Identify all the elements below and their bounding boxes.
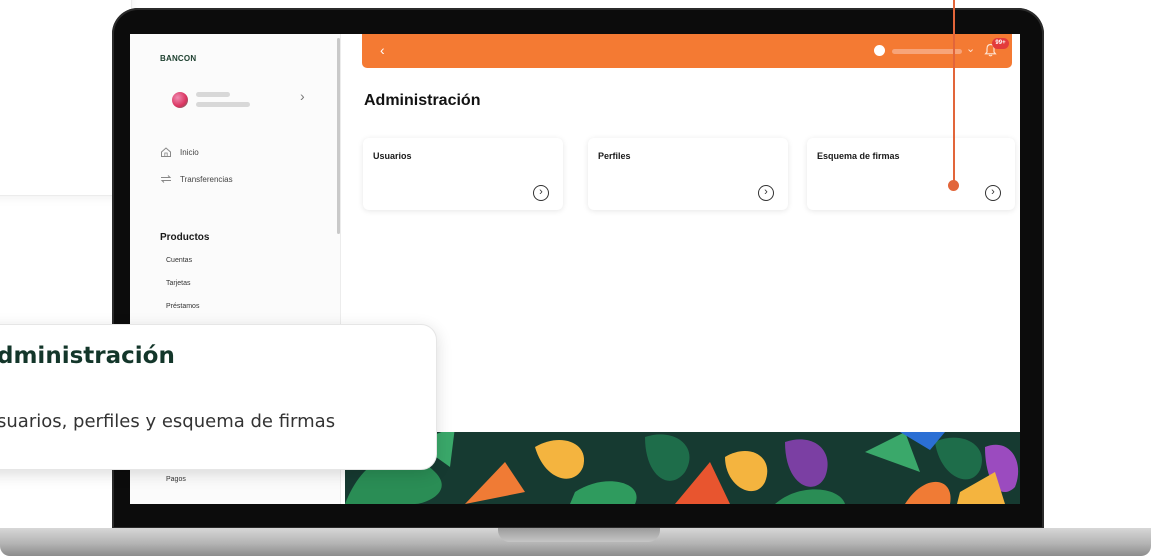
sidebar-item-label: Inicio [180, 147, 199, 157]
callout-title: dministración [0, 343, 175, 369]
sidebar-scrollbar[interactable] [337, 38, 340, 234]
chevron-right-circle-icon[interactable]: › [985, 185, 1001, 201]
pointer-line [953, 0, 955, 186]
pointer-dot [948, 180, 959, 191]
user-company-blurred [196, 102, 250, 107]
avatar [172, 92, 188, 108]
page-title: Administración [364, 92, 481, 109]
sidebar-item-cuentas[interactable]: Cuentas [166, 257, 192, 264]
transfer-icon [160, 175, 172, 183]
back-icon[interactable]: ‹ [380, 42, 385, 58]
home-icon [161, 147, 171, 157]
card-esquema-de-firmas[interactable]: Esquema de firmas › [807, 138, 1015, 210]
section-productos-title: Productos [160, 232, 210, 243]
top-bar: ‹ ⌄ 99+ [362, 34, 1012, 68]
user-name-blurred [196, 92, 230, 97]
card-title: Esquema de firmas [817, 151, 900, 161]
user-profile[interactable]: › [160, 82, 310, 120]
sidebar-item-tarjetas[interactable]: Tarjetas [166, 280, 191, 287]
bank-logo[interactable]: BANCON [160, 54, 196, 63]
company-name-blurred[interactable] [892, 49, 962, 54]
chevron-right-circle-icon[interactable]: › [533, 185, 549, 201]
sidebar-item-prestamos[interactable]: Préstamos [166, 303, 199, 310]
chevron-right-circle-icon[interactable]: › [758, 185, 774, 201]
laptop-notch [498, 528, 660, 542]
sidebar-item-label: Transferencias [180, 174, 233, 184]
sidebar-item-transferencias[interactable]: Transferencias [160, 173, 233, 185]
callout-description: suarios, perfiles y esquema de firmas [0, 411, 336, 432]
card-title: Perfiles [598, 151, 631, 161]
card-perfiles[interactable]: Perfiles › [588, 138, 788, 210]
company-icon [874, 45, 885, 56]
card-usuarios[interactable]: Usuarios › [363, 138, 563, 210]
chevron-down-icon[interactable]: ⌄ [966, 42, 975, 55]
callout-card: dministración suarios, perfiles y esquem… [0, 324, 437, 470]
decorative-pattern [345, 432, 1020, 504]
card-title: Usuarios [373, 151, 412, 161]
sidebar-item-pagos[interactable]: Pagos [166, 476, 186, 483]
notification-badge: 99+ [992, 38, 1009, 49]
chevron-right-icon: › [300, 88, 305, 104]
sidebar-item-inicio[interactable]: Inicio [160, 146, 199, 158]
